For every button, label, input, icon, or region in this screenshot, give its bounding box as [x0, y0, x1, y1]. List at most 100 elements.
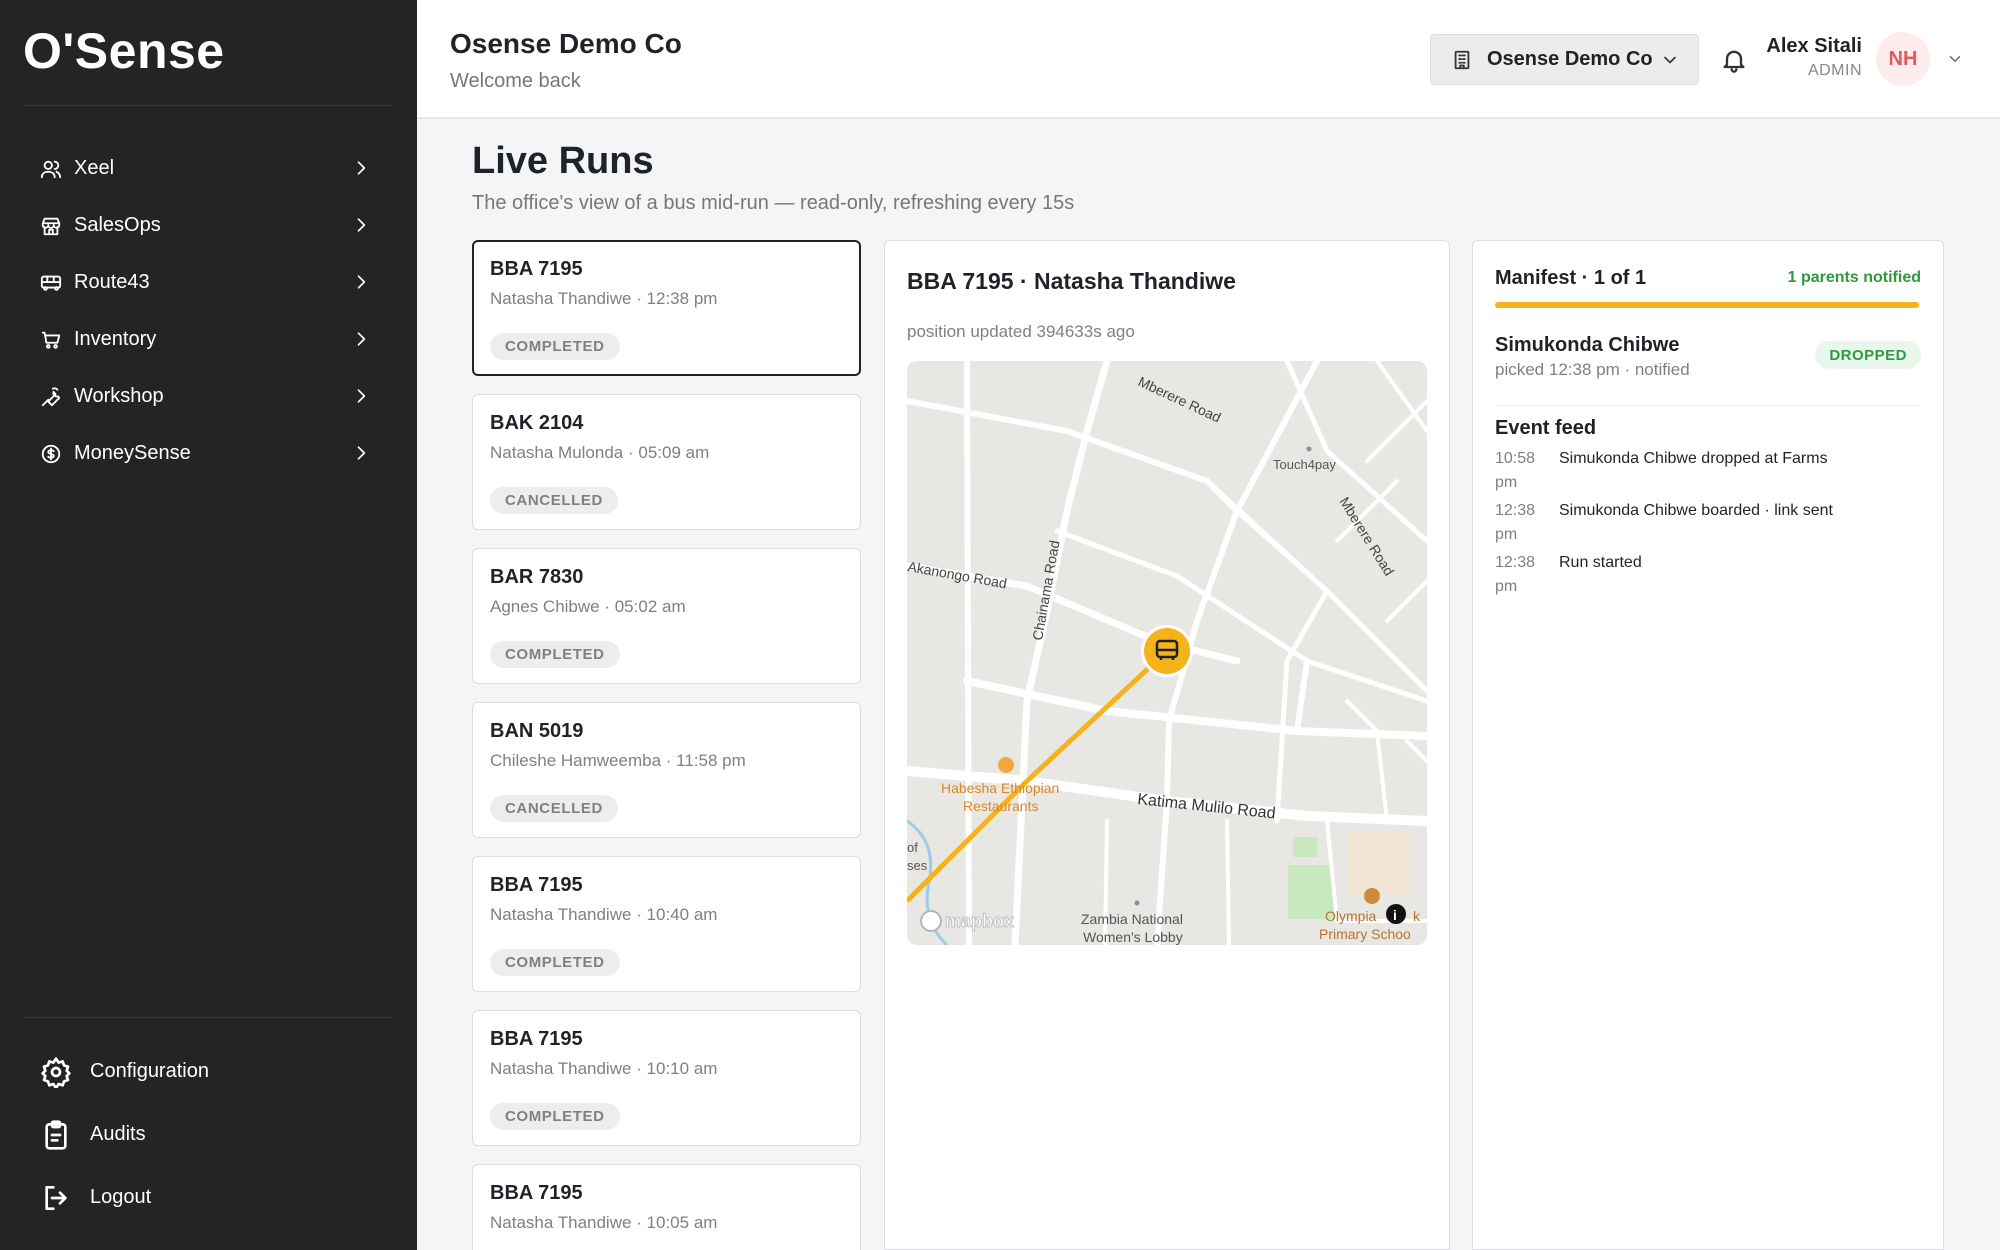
parents-notified-text: 1 parents notified [1787, 269, 1921, 286]
run-card[interactable]: BBA 7195 Natasha Thandiwe · 12:38 pm COM… [472, 240, 861, 376]
run-meta: Agnes Chibwe · 05:02 am [490, 597, 686, 616]
sidebar-item-label: SalesOps [74, 214, 161, 236]
run-status-badge: CANCELLED [490, 795, 618, 822]
run-meta: Natasha Thandiwe · 10:40 am [490, 905, 718, 924]
map-label-left-ses: ses [907, 858, 928, 873]
event-feed-title: Event feed [1495, 417, 1597, 439]
map-info-glyph: i [1393, 907, 1397, 923]
event-time: 12:38 pm [1495, 502, 1536, 543]
user-name: Alex Sitali [1766, 35, 1862, 57]
chevron-right-icon [351, 329, 371, 349]
notifications-bell-icon[interactable] [1720, 46, 1748, 74]
map-park [1293, 837, 1317, 857]
run-status-badge: COMPLETED [490, 949, 620, 976]
sidebar-item-label: Route43 [74, 271, 150, 293]
sidebar-item-workshop[interactable]: Workshop [0, 368, 417, 425]
run-meta: Natasha Mulonda · 05:09 am [490, 443, 710, 462]
run-plate: BAR 7830 [490, 566, 584, 588]
map-label-touch4pay: Touch4pay [1273, 457, 1336, 472]
sidebar-item-inventory[interactable]: Inventory [0, 311, 417, 368]
run-meta: Natasha Thandiwe · 10:05 am [490, 1213, 718, 1232]
gear-icon [40, 1056, 72, 1088]
run-card[interactable]: BBA 7195 Natasha Thandiwe · 10:10 am COM… [472, 1010, 861, 1146]
run-card[interactable]: BAR 7830 Agnes Chibwe · 05:02 am COMPLET… [472, 548, 861, 684]
sidebar-item-xeel[interactable]: Xeel [0, 140, 417, 197]
chevron-right-icon [351, 443, 371, 463]
mapbox-logo-text: mapbox [945, 911, 1014, 931]
cart-icon [40, 329, 62, 351]
organization-select[interactable]: Osense Demo Co [1430, 34, 1699, 85]
manifest-progress-bar [1495, 302, 1919, 308]
event-text: Simukonda Chibwe boarded · link sent [1559, 502, 1833, 519]
position-updated-text: position updated 394633s ago [907, 322, 1135, 341]
passenger-meta: picked 12:38 pm · notified [1495, 360, 1690, 379]
chevron-right-icon [351, 215, 371, 235]
event-time: 10:58 pm [1495, 450, 1536, 491]
sidebar-item-label: Audits [90, 1123, 146, 1145]
run-plate: BBA 7195 [490, 258, 583, 280]
header-title: Osense Demo Co [450, 28, 682, 59]
sidebar-divider [23, 1017, 391, 1018]
run-card[interactable]: BAN 5019 Chileshe Hamweemba · 11:58 pm C… [472, 702, 861, 838]
event-feed-item: 12:38 pm Run started [1495, 551, 1925, 603]
header-subtitle: Welcome back [450, 70, 581, 92]
chevron-right-icon [351, 386, 371, 406]
map-campus [1347, 831, 1409, 895]
sidebar-item-moneysense[interactable]: MoneySense [0, 425, 417, 482]
event-feed-item: 12:38 pm Simukonda Chibwe boarded · link… [1495, 499, 1925, 551]
event-time: 12:38 pm [1495, 554, 1536, 595]
manifest-panel: Manifest · 1 of 1 1 parents notified Sim… [1472, 240, 1944, 1250]
passenger-name: Simukonda Chibwe [1495, 334, 1680, 356]
map-label-olympia-k: k [1413, 908, 1421, 924]
map-panel-title: BBA 7195 · Natasha Thandiwe [907, 268, 1236, 294]
sidebar-item-label: MoneySense [74, 442, 191, 464]
run-card[interactable]: BBA 7195 Natasha Thandiwe · 10:40 am COM… [472, 856, 861, 992]
wrench-icon [40, 386, 62, 408]
store-icon [40, 215, 62, 237]
sidebar: O'Sense Xeel SalesOps Route43 Inventory … [0, 0, 417, 1250]
sidebar-item-audits[interactable]: Audits [0, 1103, 417, 1166]
runs-list: BBA 7195 Natasha Thandiwe · 12:38 pm COM… [472, 240, 861, 1250]
map-label-habesha-1: Habesha Ethiopian [941, 780, 1059, 796]
run-plate: BAN 5019 [490, 720, 584, 742]
run-status-badge: COMPLETED [490, 1103, 620, 1130]
run-status-badge: COMPLETED [490, 333, 620, 360]
run-card[interactable]: BBA 7195 Natasha Thandiwe · 10:05 am [472, 1164, 861, 1250]
brand-logo: O'Sense [23, 23, 225, 79]
user-menu-chevron-down-icon[interactable] [1946, 50, 1964, 68]
clipboard-icon [40, 1119, 72, 1151]
sidebar-nav: Xeel SalesOps Route43 Inventory Workshop… [0, 140, 417, 482]
top-header: Osense Demo Co Welcome back Osense Demo … [417, 0, 2000, 119]
sidebar-item-logout[interactable]: Logout [0, 1166, 417, 1229]
run-card[interactable]: BAK 2104 Natasha Mulonda · 05:09 am CANC… [472, 394, 861, 530]
run-status-badge: CANCELLED [490, 487, 618, 514]
bus-marker-icon [1141, 625, 1193, 677]
map-label-olympia: Olympia [1325, 908, 1377, 924]
building-icon [1451, 49, 1473, 71]
sidebar-item-label: Inventory [74, 328, 157, 350]
sidebar-item-route43[interactable]: Route43 [0, 254, 417, 311]
map-poi-dot [1134, 900, 1140, 906]
chevron-right-icon [351, 272, 371, 292]
manifest-divider [1495, 405, 1921, 406]
map-label-left-of: of [907, 840, 918, 855]
avatar[interactable]: NH [1876, 32, 1930, 86]
sidebar-item-salesops[interactable]: SalesOps [0, 197, 417, 254]
live-map[interactable]: Mberere Road Touch4pay Mberere Road Akan… [907, 361, 1427, 945]
page-subtitle: The office's view of a bus mid-run — rea… [472, 192, 1075, 214]
sidebar-divider [23, 105, 391, 106]
dollar-circle-icon [40, 443, 62, 465]
mapbox-logo-icon [920, 910, 942, 932]
page-title: Live Runs [472, 140, 654, 182]
map-poi-restaurant [998, 757, 1014, 773]
sidebar-item-configuration[interactable]: Configuration [0, 1040, 417, 1103]
map-label-zambia-1: Zambia National [1081, 911, 1183, 927]
event-feed: 10:58 pm Simukonda Chibwe dropped at Far… [1495, 447, 1925, 603]
logout-icon [40, 1182, 72, 1214]
chevron-right-icon [351, 158, 371, 178]
event-feed-item: 10:58 pm Simukonda Chibwe dropped at Far… [1495, 447, 1925, 499]
sidebar-item-label: Xeel [74, 157, 115, 179]
run-plate: BAK 2104 [490, 412, 584, 434]
map-label-habesha-2: Restaurants [963, 798, 1038, 814]
run-meta: Chileshe Hamweemba · 11:58 pm [490, 751, 746, 770]
